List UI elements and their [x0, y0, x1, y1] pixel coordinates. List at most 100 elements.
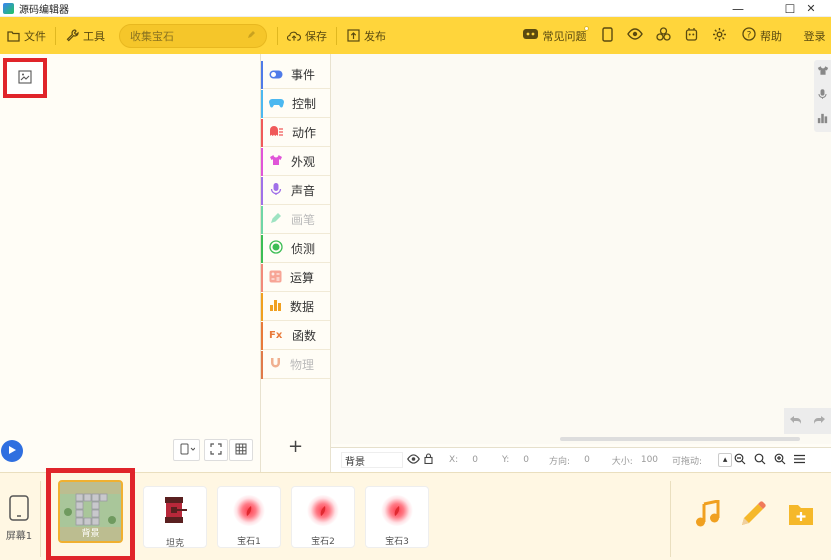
- sprite-name: 宝石2: [311, 537, 335, 547]
- sprite-card-gem-1[interactable]: 宝石1: [217, 486, 281, 548]
- device-preview-button[interactable]: [596, 17, 618, 54]
- sprite-card-tank[interactable]: 坦克: [143, 486, 207, 549]
- category-data[interactable]: 数据: [261, 293, 330, 321]
- file-menu-label: 文件: [24, 29, 46, 43]
- category-sensing[interactable]: 侦测: [261, 235, 330, 263]
- scroll-up-button[interactable]: ▴: [718, 453, 733, 467]
- screen-label: 屏幕1: [5, 531, 33, 542]
- category-pen[interactable]: 画笔: [261, 206, 330, 234]
- stage-panel[interactable]: [0, 54, 261, 472]
- notification-dot: [584, 26, 589, 31]
- category-color-bar: [261, 264, 263, 292]
- costume-tab-icon[interactable]: [817, 65, 829, 79]
- category-functions[interactable]: Fx 函数: [261, 322, 330, 350]
- zoom-out-icon[interactable]: [734, 453, 746, 468]
- gamepad-icon: [269, 97, 284, 111]
- category-looks[interactable]: 外观: [261, 148, 330, 176]
- workspace-scrollbar[interactable]: [560, 437, 800, 441]
- ghost-icon: [269, 125, 284, 140]
- category-sound[interactable]: 声音: [261, 177, 330, 205]
- sound-tab-icon[interactable]: [817, 88, 828, 103]
- help-icon: ?: [742, 27, 756, 44]
- category-label: 外观: [291, 155, 316, 169]
- login-button[interactable]: 登录: [798, 17, 831, 54]
- data-tab-icon[interactable]: [817, 113, 828, 127]
- sprite-name: 宝石3: [385, 537, 409, 547]
- robot-button[interactable]: [680, 17, 702, 54]
- broken-image-icon: [18, 69, 32, 87]
- lock-icon[interactable]: [424, 453, 433, 467]
- zoom-in-icon[interactable]: [774, 453, 786, 468]
- zoom-reset-icon[interactable]: [754, 453, 766, 468]
- category-physics[interactable]: 物理: [261, 351, 330, 379]
- tray-divider: [670, 481, 671, 557]
- category-color-bar: [261, 351, 263, 379]
- help-label: 帮助: [760, 29, 782, 43]
- window-title: 源码编辑器: [19, 4, 69, 16]
- paint-sprite-button[interactable]: [737, 499, 769, 531]
- undo-icon[interactable]: [789, 413, 802, 429]
- category-label: 事件: [291, 68, 316, 82]
- undo-redo-group: [784, 408, 831, 434]
- x-value[interactable]: 0: [472, 455, 478, 465]
- category-color-bar: [261, 90, 263, 118]
- category-events[interactable]: 事件: [261, 61, 330, 89]
- category-label: 控制: [292, 97, 317, 111]
- size-value[interactable]: 100: [641, 455, 658, 465]
- device-size-button[interactable]: [173, 439, 200, 461]
- category-motion[interactable]: 动作: [261, 119, 330, 147]
- tshirt-icon: [269, 154, 283, 169]
- sprite-name-field[interactable]: 背景: [341, 452, 403, 468]
- help-button[interactable]: ? 帮助: [740, 17, 784, 54]
- sprite-card-gem-3[interactable]: 宝石3: [365, 486, 429, 548]
- file-menu-button[interactable]: 文件: [0, 17, 52, 54]
- calculator-icon: [269, 270, 282, 286]
- category-color-bar: [261, 61, 263, 89]
- screen-selector[interactable]: 屏幕1: [2, 495, 36, 543]
- fullscreen-button[interactable]: [204, 439, 228, 461]
- add-sound-button[interactable]: [692, 498, 724, 531]
- tools-menu-button[interactable]: 工具: [59, 17, 111, 54]
- stage-preview[interactable]: [3, 58, 47, 98]
- code-workspace[interactable]: [331, 54, 831, 444]
- y-label: Y:: [501, 455, 510, 465]
- minimize-button[interactable]: —: [718, 0, 758, 17]
- grid-icon: [235, 443, 247, 458]
- visibility-eye-icon[interactable]: [407, 453, 420, 467]
- project-name-input[interactable]: 收集宝石: [119, 23, 267, 48]
- category-color-bar: [261, 148, 263, 176]
- publish-button[interactable]: 发布: [340, 17, 392, 54]
- toggle-icon: [269, 68, 283, 82]
- category-operators[interactable]: 运算: [261, 264, 330, 292]
- y-value[interactable]: 0: [523, 455, 529, 465]
- faq-label: 常见问题: [542, 29, 587, 43]
- add-extension-button[interactable]: +: [261, 432, 330, 460]
- pencil-draw-icon: [739, 500, 767, 531]
- category-label: 数据: [290, 300, 315, 314]
- view-mode-button[interactable]: [624, 17, 646, 54]
- redo-icon[interactable]: [813, 413, 826, 429]
- tank-sprite-icon: [161, 495, 189, 528]
- tray-divider: [40, 481, 41, 557]
- toolbar-divider: [55, 26, 56, 45]
- run-button[interactable]: [1, 440, 23, 462]
- category-control[interactable]: 控制: [261, 90, 330, 118]
- gem-sprite-icon: [307, 495, 339, 526]
- settings-button[interactable]: [708, 17, 730, 54]
- sprite-card-gem-2[interactable]: 宝石2: [291, 486, 355, 548]
- grid-toggle-button[interactable]: [229, 439, 253, 461]
- block-category-list: 事件 控制 动作 外观 声音 画笔 侦测 运算 数据 Fx 函数 物理 +: [261, 54, 331, 472]
- direction-value[interactable]: 0: [584, 455, 590, 465]
- menu-icon[interactable]: [794, 454, 806, 467]
- upload-folder-button[interactable]: [785, 499, 817, 531]
- category-color-bar: [261, 119, 263, 147]
- svg-text:Fx: Fx: [269, 330, 283, 340]
- extensions-button[interactable]: [652, 17, 674, 54]
- close-window-button[interactable]: ✕: [791, 0, 831, 17]
- folder-add-icon: [787, 501, 815, 530]
- background-card[interactable]: 背景: [46, 468, 135, 560]
- faq-button[interactable]: 常见问题: [516, 17, 592, 54]
- save-button[interactable]: 保存: [281, 17, 333, 54]
- phone-icon: [601, 26, 613, 45]
- sprite-tray: 屏幕1 背景 坦克 宝石1 宝石2 宝石3: [0, 468, 831, 560]
